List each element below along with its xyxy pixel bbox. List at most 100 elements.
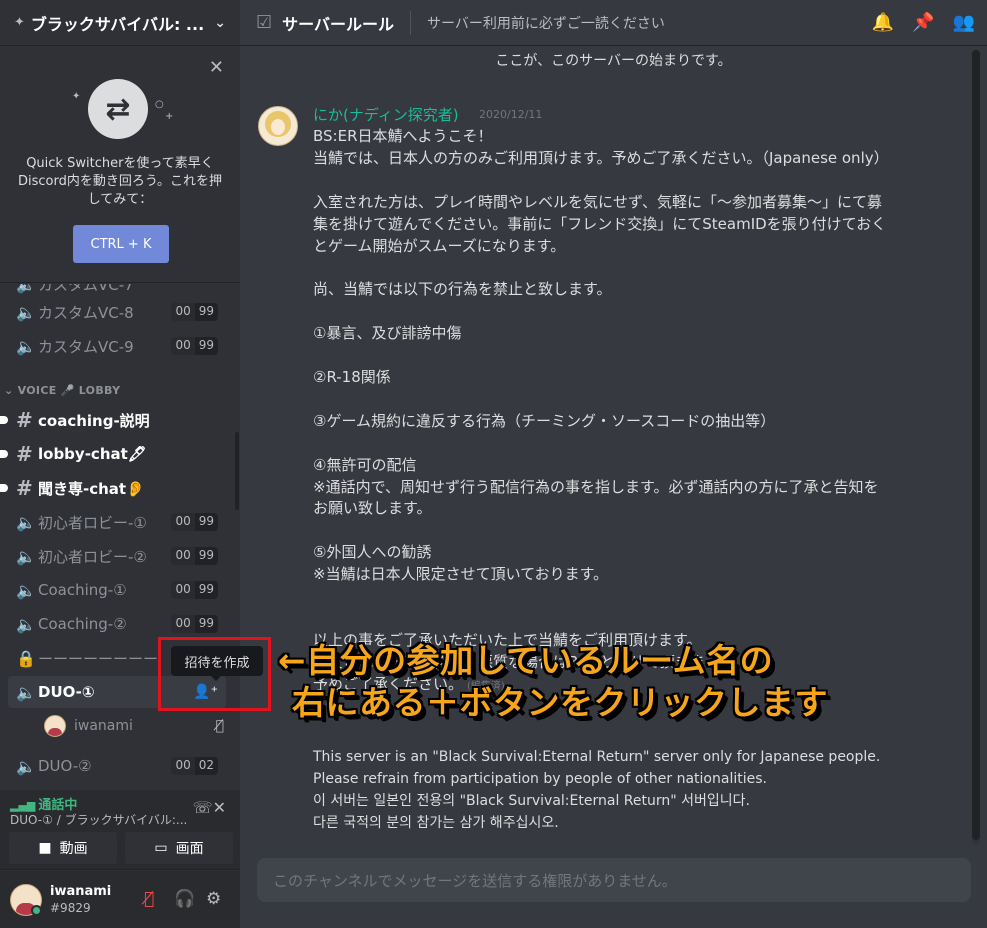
voice-channel-duo2[interactable]: 🔈 DUO-② 00 02 xyxy=(8,750,226,780)
screen-share-button[interactable]: ▭ 画面 xyxy=(125,832,233,864)
highlight-box xyxy=(158,637,271,711)
username: iwanami xyxy=(50,884,112,899)
voice-channel-coaching2[interactable]: 🔈 Coaching-② 00 99 xyxy=(8,608,226,640)
message-scrollbar[interactable] xyxy=(972,50,980,844)
message-line: ③ゲーム規約に違反する行為（チーミング・ソースコードの抽出等） xyxy=(313,411,776,430)
message-line: 当鯖では、日本人の方のみご利用頂けます。予めご了承ください。（Japanese … xyxy=(313,148,889,167)
message-author[interactable]: にか(ナディン探究者) xyxy=(313,104,459,125)
sparkle-icon: + xyxy=(165,111,174,122)
speaker-icon: 🔈 xyxy=(16,302,36,322)
message-line: BS:ER日本鯖へようこそ！ xyxy=(313,127,493,145)
annotation-text: ←自分の参加しているルーム名の xyxy=(278,641,774,680)
divider xyxy=(409,10,411,35)
message-line xyxy=(313,389,953,411)
close-icon[interactable]: ✕ xyxy=(209,57,224,78)
channel-sidebar: ✦ ブラックサバイバル: ... ⌄ ✕ ✦ ○ + ⇄ Quick Switc… xyxy=(0,0,240,928)
server-icon: ✦ xyxy=(14,15,25,30)
voice-channel-beginner1[interactable]: 🔈 初心者ロビー-① 00 99 xyxy=(8,506,226,538)
speaker-icon: 🔈 xyxy=(16,546,36,566)
user-limit: 00 99 xyxy=(171,513,218,531)
message-body: BS:ER日本鯖へようこそ！ 当鯖では、日本人の方のみご利用頂けます。予めご了承く… xyxy=(313,126,953,698)
speaker-icon: 🔈 xyxy=(16,682,36,702)
pin-icon[interactable]: 📌 xyxy=(912,12,934,33)
channel-title: サーバールール xyxy=(282,14,394,34)
message-line xyxy=(313,301,953,323)
voice-channel-coaching1[interactable]: 🔈 Coaching-① 00 99 xyxy=(8,574,226,606)
message-line xyxy=(313,608,953,630)
unread-indicator xyxy=(0,450,8,458)
message-line xyxy=(313,257,953,279)
user-limit: 00 99 xyxy=(171,581,218,599)
bell-icon[interactable]: 🔔 xyxy=(872,12,894,33)
user-limit: 00 99 xyxy=(171,547,218,565)
text-channel-lobby-chat[interactable]: # lobby-chat🖋 xyxy=(0,438,226,470)
server-name: ブラックサバイバル: ... xyxy=(30,14,205,34)
message-input[interactable]: このチャンネルでメッセージを送信する権限がありません。 xyxy=(257,858,971,902)
disconnect-icon[interactable]: ☏✕ xyxy=(193,798,226,817)
speaker-icon: 🔈 xyxy=(16,614,36,634)
message-line: お願い致します。 xyxy=(313,499,432,518)
speaker-icon: 🔈 xyxy=(16,580,36,600)
message-line xyxy=(313,433,953,455)
mic-muted-icon: 🎙̸ xyxy=(215,718,224,734)
message-line: 이 서버는 일본인 전용의 "Black Survival:Eternal Re… xyxy=(313,793,750,809)
sparkle-icon: ○ xyxy=(155,99,164,110)
voice-channel-vc9[interactable]: 🔈 カスタムVC-9 00 99 xyxy=(8,330,226,362)
message-line: ※通話内で、周知せず行う配信行為の事を指します。必ず通話内の方に了承と告知を xyxy=(313,477,879,496)
message-line: ①暴言、及び誹謗中傷 xyxy=(313,324,462,343)
rules-icon: ☑ xyxy=(256,12,273,33)
annotation-text: 右にある＋ボタンをクリックします xyxy=(292,683,828,722)
message-line: ⑤外国人への勧誘 xyxy=(313,543,432,562)
message-line: 集を掛けて遊んでください。事前に「フレンド交換」にてSteamIDを張り付けてお… xyxy=(313,214,887,233)
unread-indicator xyxy=(0,416,8,424)
message-line xyxy=(313,586,953,608)
hash-icon: # xyxy=(16,476,33,500)
members-icon[interactable]: 👥 xyxy=(953,12,975,33)
user-panel: iwanami #9829 🎙̸ 🎧 ⚙ xyxy=(0,871,240,928)
user-tag: #9829 xyxy=(50,901,91,915)
message-line xyxy=(313,345,953,367)
message-line: ④無許可の配信 xyxy=(313,455,417,474)
voice-channel-vc8[interactable]: 🔈 カスタムVC-8 00 99 xyxy=(8,296,226,328)
speaker-icon: 🔈 xyxy=(16,512,36,532)
avatar[interactable] xyxy=(258,106,298,146)
server-header[interactable]: ✦ ブラックサバイバル: ... ⌄ xyxy=(0,0,240,46)
message-timestamp: 2020/12/11 xyxy=(479,108,543,121)
channel-beginning-text: ここが、このサーバーの始まりです。 xyxy=(495,53,732,69)
camera-icon: ■ xyxy=(38,840,52,856)
chevron-down-icon: ⌄ xyxy=(4,384,18,397)
chevron-down-icon[interactable]: ⌄ xyxy=(214,15,226,31)
swap-arrows-icon: ⇄ xyxy=(88,79,148,139)
message-line: ②R-18関係 xyxy=(313,367,391,386)
message-line: ※当鯖は日本人限定させて頂いております。 xyxy=(313,565,609,584)
gear-icon[interactable]: ⚙ xyxy=(206,889,221,909)
text-channel-listen-chat[interactable]: # 聞き専-chat👂 xyxy=(0,472,226,504)
channel-topic[interactable]: サーバー利用前に必ずご一読ください xyxy=(427,13,854,33)
message-line: とゲーム開始がスムーズになります。 xyxy=(313,236,566,255)
voice-member[interactable]: iwanami 🎙̸ xyxy=(44,712,224,740)
voice-channel-beginner2[interactable]: 🔈 初心者ロビー-② 00 99 xyxy=(8,540,226,572)
category-voice-lobby[interactable]: ⌄ VOICE 🎤 LOBBY xyxy=(4,384,120,397)
quick-switcher-panel: ✕ ✦ ○ + ⇄ Quick Switcherを使って素早くDiscord内を… xyxy=(0,47,240,283)
user-limit: 00 99 xyxy=(171,337,218,355)
message-line xyxy=(313,170,953,192)
message-line: 尚、当鯖では以下の行為を禁止と致します。 xyxy=(313,280,612,299)
message-line: Please refrain from participation by peo… xyxy=(313,771,767,787)
hash-icon: # xyxy=(16,442,33,466)
hash-icon: # xyxy=(16,408,33,432)
speaker-icon: 🔈 xyxy=(16,336,36,356)
text-channel-coaching[interactable]: # coaching-説明 xyxy=(0,404,226,436)
voice-location[interactable]: DUO-① / ブラックサバイバル:... xyxy=(10,811,190,828)
quick-switcher-button[interactable]: CTRL + K xyxy=(73,225,169,263)
user-limit: 00 02 xyxy=(171,757,218,775)
sidebar-scrollbar[interactable] xyxy=(235,432,239,510)
video-button[interactable]: ■ 動画 xyxy=(9,832,117,864)
screen-share-icon: ▭ xyxy=(154,840,168,856)
unread-indicator xyxy=(0,484,8,492)
avatar xyxy=(44,715,66,737)
lock-icon: 🔒 xyxy=(16,648,36,668)
channel-header: ☑ サーバールール サーバー利用前に必ずご一読ください 🔔 📌 👥 xyxy=(240,0,987,46)
user-limit: 00 99 xyxy=(171,303,218,321)
headphones-icon[interactable]: 🎧 xyxy=(174,889,195,909)
mic-muted-icon[interactable]: 🎙̸ xyxy=(144,889,154,909)
